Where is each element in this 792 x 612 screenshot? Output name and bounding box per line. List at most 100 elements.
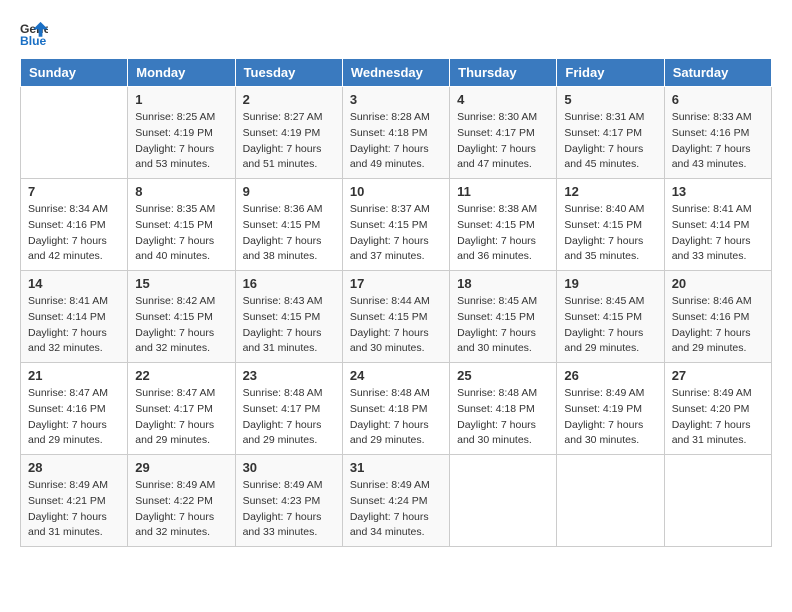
day-info: Sunrise: 8:49 AMSunset: 4:22 PMDaylight:… bbox=[135, 478, 227, 541]
calendar-cell: 5 Sunrise: 8:31 AMSunset: 4:17 PMDaylight… bbox=[557, 87, 664, 179]
calendar-header-row: SundayMondayTuesdayWednesdayThursdayFrid… bbox=[21, 59, 772, 87]
day-number: 24 bbox=[350, 368, 442, 383]
calendar-table: SundayMondayTuesdayWednesdayThursdayFrid… bbox=[20, 58, 772, 547]
day-info: Sunrise: 8:33 AMSunset: 4:16 PMDaylight:… bbox=[672, 110, 764, 173]
day-info: Sunrise: 8:49 AMSunset: 4:23 PMDaylight:… bbox=[243, 478, 335, 541]
day-number: 4 bbox=[457, 92, 549, 107]
calendar-cell: 30 Sunrise: 8:49 AMSunset: 4:23 PMDayligh… bbox=[235, 455, 342, 547]
day-number: 20 bbox=[672, 276, 764, 291]
calendar-cell: 27 Sunrise: 8:49 AMSunset: 4:20 PMDayligh… bbox=[664, 363, 771, 455]
day-number: 6 bbox=[672, 92, 764, 107]
day-info: Sunrise: 8:49 AMSunset: 4:20 PMDaylight:… bbox=[672, 386, 764, 449]
day-number: 26 bbox=[564, 368, 656, 383]
day-header-sunday: Sunday bbox=[21, 59, 128, 87]
day-number: 5 bbox=[564, 92, 656, 107]
calendar-cell bbox=[21, 87, 128, 179]
calendar-cell: 17 Sunrise: 8:44 AMSunset: 4:15 PMDayligh… bbox=[342, 271, 449, 363]
day-number: 30 bbox=[243, 460, 335, 475]
calendar-cell: 24 Sunrise: 8:48 AMSunset: 4:18 PMDayligh… bbox=[342, 363, 449, 455]
logo: General Blue bbox=[20, 20, 56, 48]
day-info: Sunrise: 8:45 AMSunset: 4:15 PMDaylight:… bbox=[564, 294, 656, 357]
calendar-week-2: 7 Sunrise: 8:34 AMSunset: 4:16 PMDaylight… bbox=[21, 179, 772, 271]
day-number: 27 bbox=[672, 368, 764, 383]
day-info: Sunrise: 8:41 AMSunset: 4:14 PMDaylight:… bbox=[672, 202, 764, 265]
day-number: 25 bbox=[457, 368, 549, 383]
calendar-cell: 6 Sunrise: 8:33 AMSunset: 4:16 PMDaylight… bbox=[664, 87, 771, 179]
calendar-cell: 28Sunrise: 8:49 AMSunset: 4:21 PMDayligh… bbox=[21, 455, 128, 547]
calendar-week-4: 21 Sunrise: 8:47 AMSunset: 4:16 PMDayligh… bbox=[21, 363, 772, 455]
day-info: Sunrise: 8:47 AMSunset: 4:16 PMDaylight:… bbox=[28, 386, 120, 449]
day-info: Sunrise: 8:42 AMSunset: 4:15 PMDaylight:… bbox=[135, 294, 227, 357]
calendar-cell: 11Sunrise: 8:38 AMSunset: 4:15 PMDayligh… bbox=[450, 179, 557, 271]
day-info: Sunrise: 8:25 AMSunset: 4:19 PMDaylight:… bbox=[135, 110, 227, 173]
calendar-cell bbox=[450, 455, 557, 547]
day-info: Sunrise: 8:49 AMSunset: 4:19 PMDaylight:… bbox=[564, 386, 656, 449]
day-number: 12 bbox=[564, 184, 656, 199]
calendar-cell: 20 Sunrise: 8:46 AMSunset: 4:16 PMDayligh… bbox=[664, 271, 771, 363]
calendar-cell: 13 Sunrise: 8:41 AMSunset: 4:14 PMDayligh… bbox=[664, 179, 771, 271]
calendar-cell: 18 Sunrise: 8:45 AMSunset: 4:15 PMDayligh… bbox=[450, 271, 557, 363]
day-number: 7 bbox=[28, 184, 120, 199]
day-info: Sunrise: 8:27 AMSunset: 4:19 PMDaylight:… bbox=[243, 110, 335, 173]
day-header-friday: Friday bbox=[557, 59, 664, 87]
calendar-week-1: 1 Sunrise: 8:25 AMSunset: 4:19 PMDaylight… bbox=[21, 87, 772, 179]
day-header-thursday: Thursday bbox=[450, 59, 557, 87]
day-info: Sunrise: 8:35 AMSunset: 4:15 PMDaylight:… bbox=[135, 202, 227, 265]
day-number: 1 bbox=[135, 92, 227, 107]
calendar-cell: 2 Sunrise: 8:27 AMSunset: 4:19 PMDaylight… bbox=[235, 87, 342, 179]
day-number: 13 bbox=[672, 184, 764, 199]
day-number: 18 bbox=[457, 276, 549, 291]
day-number: 14 bbox=[28, 276, 120, 291]
day-number: 29 bbox=[135, 460, 227, 475]
day-info: Sunrise: 8:48 AMSunset: 4:18 PMDaylight:… bbox=[350, 386, 442, 449]
calendar-cell: 4 Sunrise: 8:30 AMSunset: 4:17 PMDaylight… bbox=[450, 87, 557, 179]
calendar-cell: 3Sunrise: 8:28 AMSunset: 4:18 PMDaylight… bbox=[342, 87, 449, 179]
day-info: Sunrise: 8:36 AMSunset: 4:15 PMDaylight:… bbox=[243, 202, 335, 265]
day-number: 22 bbox=[135, 368, 227, 383]
day-header-monday: Monday bbox=[128, 59, 235, 87]
day-info: Sunrise: 8:34 AMSunset: 4:16 PMDaylight:… bbox=[28, 202, 120, 265]
calendar-cell: 25 Sunrise: 8:48 AMSunset: 4:18 PMDayligh… bbox=[450, 363, 557, 455]
day-number: 15 bbox=[135, 276, 227, 291]
day-info: Sunrise: 8:37 AMSunset: 4:15 PMDaylight:… bbox=[350, 202, 442, 265]
calendar-cell: 9 Sunrise: 8:36 AMSunset: 4:15 PMDaylight… bbox=[235, 179, 342, 271]
day-info: Sunrise: 8:45 AMSunset: 4:15 PMDaylight:… bbox=[457, 294, 549, 357]
day-header-tuesday: Tuesday bbox=[235, 59, 342, 87]
calendar-cell: 29 Sunrise: 8:49 AMSunset: 4:22 PMDayligh… bbox=[128, 455, 235, 547]
day-info: Sunrise: 8:49 AMSunset: 4:24 PMDaylight:… bbox=[350, 478, 442, 541]
day-info: Sunrise: 8:44 AMSunset: 4:15 PMDaylight:… bbox=[350, 294, 442, 357]
day-number: 16 bbox=[243, 276, 335, 291]
calendar-cell: 16Sunrise: 8:43 AMSunset: 4:15 PMDayligh… bbox=[235, 271, 342, 363]
day-info: Sunrise: 8:40 AMSunset: 4:15 PMDaylight:… bbox=[564, 202, 656, 265]
day-info: Sunrise: 8:38 AMSunset: 4:15 PMDaylight:… bbox=[457, 202, 549, 265]
calendar-cell: 31 Sunrise: 8:49 AMSunset: 4:24 PMDayligh… bbox=[342, 455, 449, 547]
day-number: 3 bbox=[350, 92, 442, 107]
day-info: Sunrise: 8:31 AMSunset: 4:17 PMDaylight:… bbox=[564, 110, 656, 173]
calendar-cell: 1 Sunrise: 8:25 AMSunset: 4:19 PMDaylight… bbox=[128, 87, 235, 179]
calendar-cell: 14 Sunrise: 8:41 AMSunset: 4:14 PMDayligh… bbox=[21, 271, 128, 363]
day-info: Sunrise: 8:47 AMSunset: 4:17 PMDaylight:… bbox=[135, 386, 227, 449]
day-number: 31 bbox=[350, 460, 442, 475]
day-number: 2 bbox=[243, 92, 335, 107]
day-number: 17 bbox=[350, 276, 442, 291]
calendar-cell bbox=[557, 455, 664, 547]
day-info: Sunrise: 8:46 AMSunset: 4:16 PMDaylight:… bbox=[672, 294, 764, 357]
day-header-saturday: Saturday bbox=[664, 59, 771, 87]
day-info: Sunrise: 8:41 AMSunset: 4:14 PMDaylight:… bbox=[28, 294, 120, 357]
page-header: General Blue bbox=[20, 20, 772, 48]
svg-text:Blue: Blue bbox=[20, 34, 47, 48]
day-number: 9 bbox=[243, 184, 335, 199]
day-info: Sunrise: 8:48 AMSunset: 4:18 PMDaylight:… bbox=[457, 386, 549, 449]
logo-icon: General Blue bbox=[20, 20, 48, 48]
calendar-cell bbox=[664, 455, 771, 547]
calendar-cell: 10 Sunrise: 8:37 AMSunset: 4:15 PMDayligh… bbox=[342, 179, 449, 271]
calendar-cell: 8Sunrise: 8:35 AMSunset: 4:15 PMDaylight… bbox=[128, 179, 235, 271]
day-number: 10 bbox=[350, 184, 442, 199]
calendar-cell: 12 Sunrise: 8:40 AMSunset: 4:15 PMDayligh… bbox=[557, 179, 664, 271]
day-header-wednesday: Wednesday bbox=[342, 59, 449, 87]
day-info: Sunrise: 8:30 AMSunset: 4:17 PMDaylight:… bbox=[457, 110, 549, 173]
day-number: 19 bbox=[564, 276, 656, 291]
day-number: 21 bbox=[28, 368, 120, 383]
calendar-cell: 7 Sunrise: 8:34 AMSunset: 4:16 PMDaylight… bbox=[21, 179, 128, 271]
calendar-cell: 22 Sunrise: 8:47 AMSunset: 4:17 PMDayligh… bbox=[128, 363, 235, 455]
